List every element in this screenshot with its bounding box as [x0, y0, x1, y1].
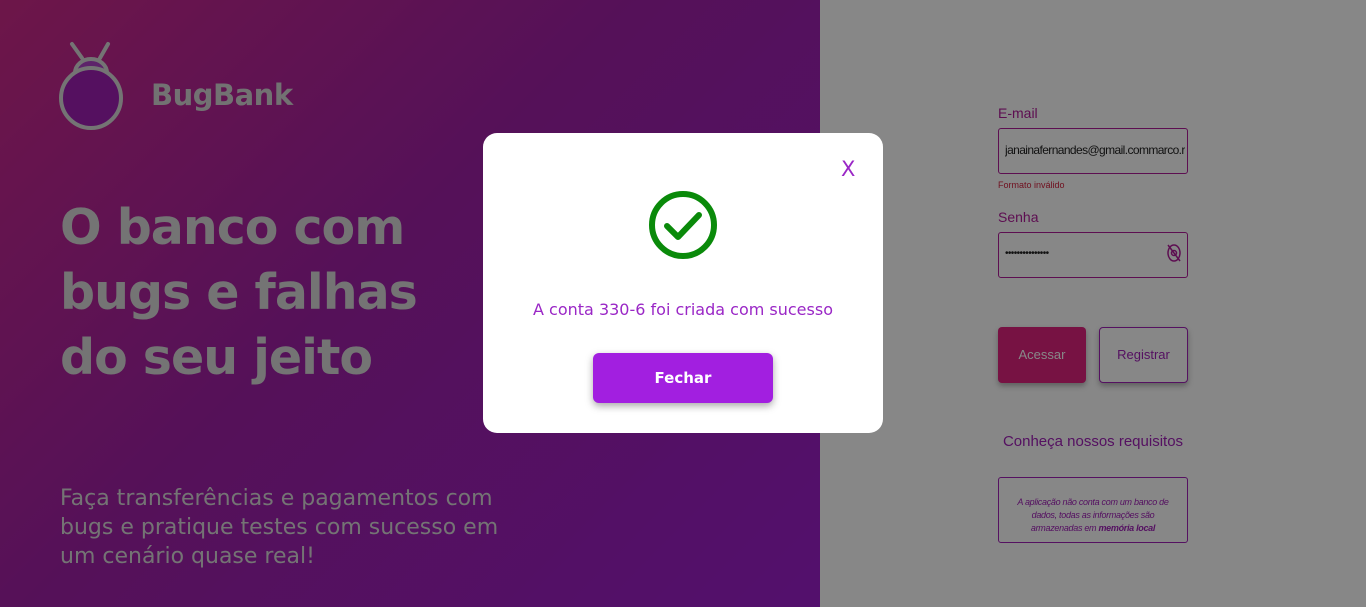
close-icon[interactable]: X	[841, 157, 855, 181]
fechar-button[interactable]: Fechar	[593, 353, 773, 403]
success-modal: X A conta 330-6 foi criada com sucesso F…	[483, 133, 883, 433]
modal-message: A conta 330-6 foi criada com sucesso	[533, 300, 833, 319]
check-circle-icon	[649, 191, 717, 259]
